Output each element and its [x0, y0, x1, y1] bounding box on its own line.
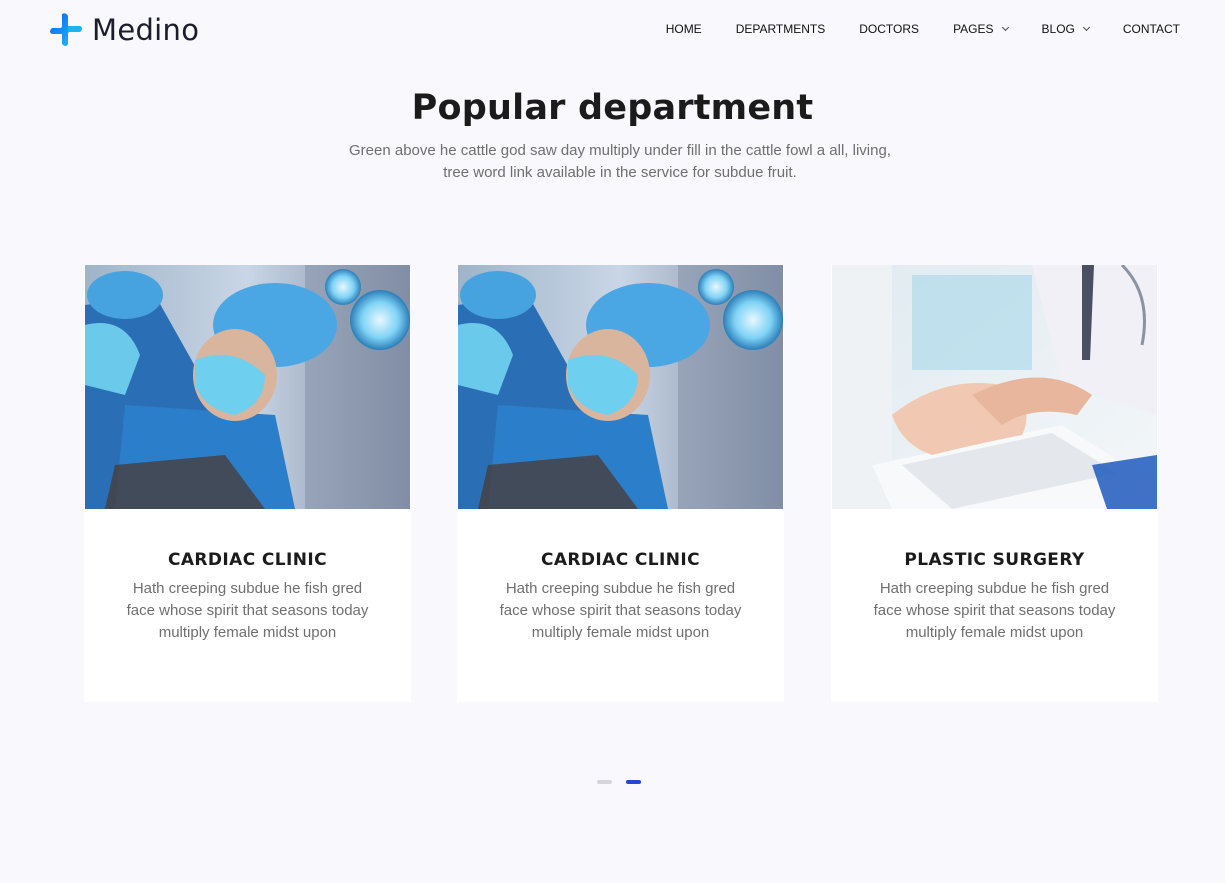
doctor-typing-photo [832, 265, 1157, 509]
nav-contact[interactable]: CONTACT [1123, 22, 1180, 36]
department-description-line: face whose spirit that seasons today [873, 602, 1116, 619]
nav-pages[interactable]: PAGES [953, 22, 1009, 36]
department-description: Hath creeping subdue he fish gred face w… [487, 578, 754, 644]
chevron-down-icon [1082, 23, 1090, 31]
department-card[interactable]: CARDIAC CLINIC Hath creeping subdue he f… [84, 265, 411, 702]
section-subtitle: Green above he cattle god saw day multip… [340, 140, 900, 184]
department-description-line: Hath creeping subdue he fish gred [505, 580, 736, 597]
chevron-down-icon [1001, 23, 1009, 31]
department-description: Hath creeping subdue he fish gred face w… [114, 578, 381, 644]
nav-contact-label: CONTACT [1122, 22, 1180, 36]
brand-name: Medino [92, 13, 200, 47]
department-title: CARDIAC CLINIC [541, 550, 700, 570]
section-subtitle-line: tree word link available in the service … [443, 164, 797, 181]
department-carousel: CARDIAC CLINIC Hath creeping subdue he f… [84, 265, 1158, 702]
department-description-line: multiply female midst upon [158, 624, 337, 641]
department-title: CARDIAC CLINIC [168, 550, 327, 570]
carousel-pagination [597, 780, 655, 784]
surgeon-photo [458, 265, 783, 509]
surgeon-photo [85, 265, 410, 509]
nav-blog-label: BLOG [1041, 22, 1075, 36]
department-card[interactable]: CARDIAC CLINIC Hath creeping subdue he f… [457, 265, 784, 702]
department-title: PLASTIC SURGERY [904, 550, 1085, 570]
section-subtitle-line: Green above he cattle god saw day multip… [349, 142, 891, 159]
nav-departments-label: DEPARTMENTS [735, 22, 826, 36]
department-description-line: Hath creeping subdue he fish gred [879, 580, 1110, 597]
department-description-line: face whose spirit that seasons today [499, 602, 742, 619]
main-nav: HOME DEPARTMENTS DOCTORS PAGES BLOG CONT… [666, 22, 1180, 36]
site-header: Medino HOME DEPARTMENTS DOCTORS PAGES BL… [0, 0, 1225, 60]
nav-blog[interactable]: BLOG [1041, 22, 1090, 36]
nav-doctors[interactable]: DOCTORS [859, 22, 919, 36]
section-title: Popular department [411, 88, 814, 128]
department-description-line: Hath creeping subdue he fish gred [132, 580, 363, 597]
carousel-dot[interactable] [597, 780, 612, 784]
department-description-line: multiply female midst upon [905, 624, 1084, 641]
cross-logo-icon [50, 13, 82, 47]
department-description-line: face whose spirit that seasons today [126, 602, 369, 619]
carousel-dot-active[interactable] [626, 780, 641, 784]
department-description: Hath creeping subdue he fish gred face w… [861, 578, 1128, 644]
nav-pages-label: PAGES [953, 22, 994, 36]
department-description-line: multiply female midst upon [531, 624, 710, 641]
nav-departments[interactable]: DEPARTMENTS [736, 22, 826, 36]
department-card[interactable]: PLASTIC SURGERY Hath creeping subdue he … [831, 265, 1158, 702]
brand-logo[interactable]: Medino [48, 12, 199, 48]
nav-doctors-label: DOCTORS [859, 22, 920, 36]
nav-home[interactable]: HOME [666, 22, 702, 36]
nav-home-label: HOME [665, 22, 702, 36]
